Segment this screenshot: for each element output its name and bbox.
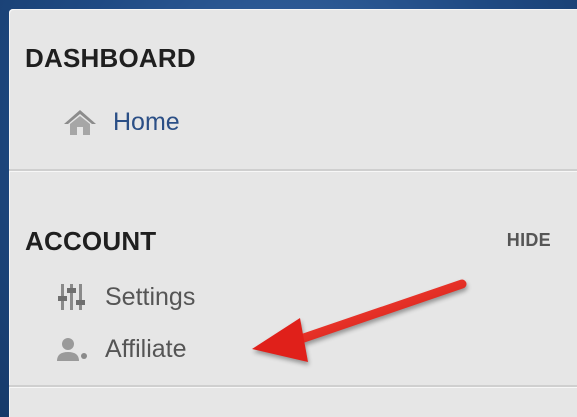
dashboard-heading: DASHBOARD [25, 43, 196, 73]
sidebar-item-home[interactable]: Home [61, 107, 180, 137]
account-heading: ACCOUNT [25, 226, 157, 256]
user-icon [53, 334, 91, 364]
account-section: ACCOUNT HIDE Settings Affiliate [9, 171, 577, 385]
home-icon [61, 107, 99, 137]
sidebar-item-home-label: Home [113, 107, 180, 136]
section-divider [9, 385, 577, 387]
hide-link[interactable]: HIDE [507, 230, 551, 251]
sliders-icon [53, 282, 91, 312]
dashboard-section: DASHBOARD Home [9, 9, 577, 169]
sidebar-item-affiliate[interactable]: Affiliate [53, 334, 187, 364]
sidebar-item-settings-label: Settings [105, 282, 196, 311]
sidebar-item-affiliate-label: Affiliate [105, 334, 187, 363]
sidebar-item-settings[interactable]: Settings [53, 282, 195, 312]
sidebar-panel: DASHBOARD Home ACCOUNT HIDE Settings Aff… [9, 9, 577, 417]
